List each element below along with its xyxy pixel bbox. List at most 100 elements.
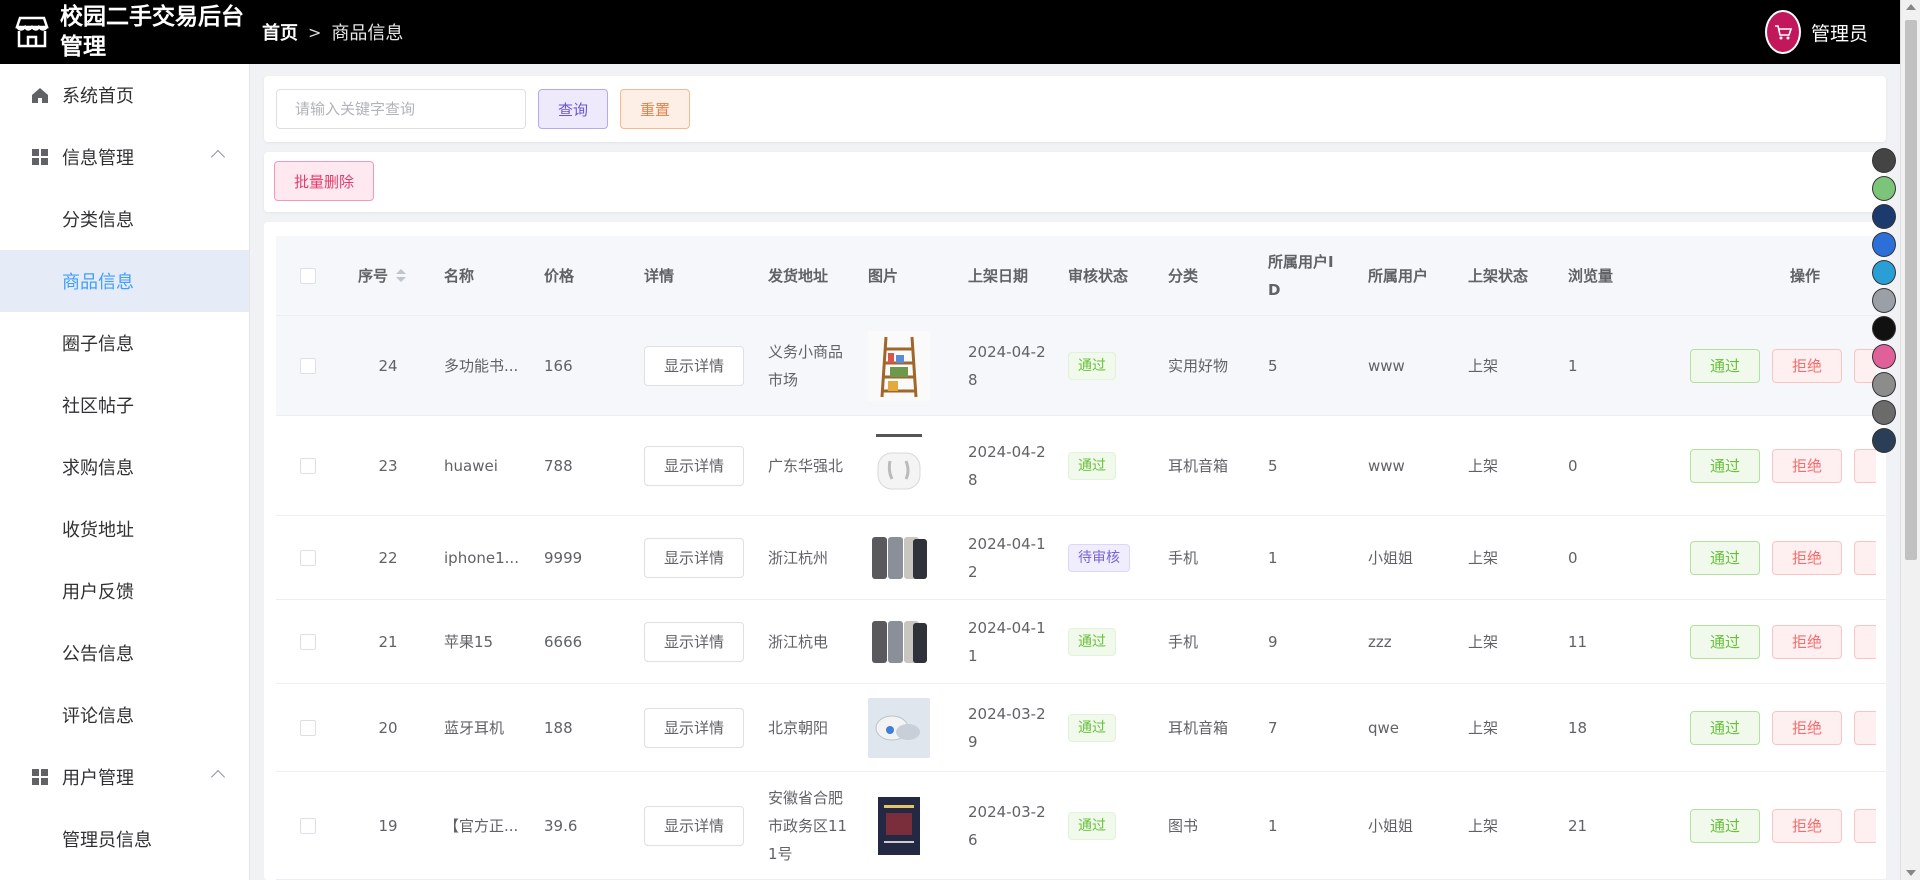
scroll-up-icon[interactable] xyxy=(1906,4,1916,10)
scrollbar-thumb[interactable] xyxy=(1905,20,1917,560)
column-header-id[interactable]: 序号 xyxy=(358,236,407,315)
approve-button[interactable]: 通过 xyxy=(1690,808,1760,843)
sidebar-item-label: 圈子信息 xyxy=(62,334,134,355)
breadcrumb-home[interactable]: 首页 xyxy=(262,19,298,45)
row-user-id: 7 xyxy=(1268,718,1278,737)
row-checkbox[interactable] xyxy=(300,633,316,650)
sidebar-item-circle[interactable]: 圈子信息 xyxy=(0,312,249,374)
sidebar-group-users[interactable]: 用户管理 xyxy=(0,746,249,808)
row-checkbox[interactable] xyxy=(300,457,316,474)
reject-button[interactable]: 拒绝 xyxy=(1772,710,1842,745)
sidebar-item-label: 求购信息 xyxy=(62,458,134,479)
show-detail-button[interactable]: 显示详情 xyxy=(644,445,744,486)
row-checkbox[interactable] xyxy=(300,357,316,374)
delete-button[interactable] xyxy=(1854,448,1876,483)
app-shortcut-icon[interactable] xyxy=(1872,316,1896,341)
sidebar-item-notice[interactable]: 公告信息 xyxy=(0,622,249,684)
row-id: 19 xyxy=(378,816,398,835)
table-row: 22 iphone1... 9999 显示详情 浙江杭州 2024-04-12 … xyxy=(276,516,1886,600)
app-shortcut-icon[interactable] xyxy=(1872,288,1896,313)
app-shortcut-icon[interactable] xyxy=(1872,344,1896,369)
sidebar-item-admin[interactable]: 管理员信息 xyxy=(0,808,249,870)
show-detail-button[interactable]: 显示详情 xyxy=(644,707,744,748)
sidebar-item-goods[interactable]: 商品信息 xyxy=(0,250,249,312)
user-menu[interactable]: 管理员 xyxy=(1764,0,1868,64)
sidebar-group-info[interactable]: 信息管理 xyxy=(0,126,249,188)
avatar[interactable] xyxy=(1764,10,1801,54)
row-date: 2024-04-12 xyxy=(968,534,1046,581)
row-address: 北京朝阳 xyxy=(768,718,829,737)
app-shortcut-icon[interactable] xyxy=(1872,148,1896,173)
floating-app-icons xyxy=(1872,148,1898,453)
sidebar-item-address[interactable]: 收货地址 xyxy=(0,498,249,560)
sidebar-item-label: 公告信息 xyxy=(62,644,134,665)
product-image-earbuds[interactable] xyxy=(868,430,930,501)
approve-button[interactable]: 通过 xyxy=(1690,348,1760,383)
product-image-earphones[interactable] xyxy=(868,697,930,758)
product-image-bookshelf[interactable] xyxy=(868,330,930,401)
reject-button[interactable]: 拒绝 xyxy=(1772,348,1842,383)
app-shortcut-icon[interactable] xyxy=(1872,372,1896,397)
windows-icon[interactable] xyxy=(1872,260,1896,285)
app-shortcut-icon[interactable] xyxy=(1872,232,1896,257)
sidebar-item-label: 社区帖子 xyxy=(62,396,134,417)
reject-button[interactable]: 拒绝 xyxy=(1772,540,1842,575)
reset-button[interactable]: 重置 xyxy=(620,89,690,129)
sort-icon[interactable] xyxy=(396,269,407,282)
status-badge: 通过 xyxy=(1068,811,1116,840)
sidebar-item-posts[interactable]: 社区帖子 xyxy=(0,374,249,436)
user-name[interactable]: 管理员 xyxy=(1811,19,1868,46)
row-name: 【官方正... xyxy=(444,816,519,835)
reject-button[interactable]: 拒绝 xyxy=(1772,448,1842,483)
select-all-checkbox[interactable] xyxy=(300,267,316,284)
query-button[interactable]: 查询 xyxy=(538,89,608,129)
delete-button[interactable] xyxy=(1854,540,1876,575)
sidebar-item-comments[interactable]: 评论信息 xyxy=(0,684,249,746)
sidebar-item-label: 用户管理 xyxy=(62,768,134,789)
batch-delete-button[interactable]: 批量删除 xyxy=(274,161,374,201)
column-header-name: 名称 xyxy=(444,266,475,285)
app-shortcut-icon[interactable] xyxy=(1872,176,1896,201)
product-image-phone[interactable] xyxy=(868,532,930,583)
app-shortcut-icon[interactable] xyxy=(1872,400,1896,425)
sidebar-item-feedback[interactable]: 用户反馈 xyxy=(0,560,249,622)
goods-table-panel: 序号 名称 价格 详情 发货地址 图片 上架日期 审核状态 分类 所属用户ID … xyxy=(264,222,1886,880)
sidebar: 系统首页 信息管理 分类信息 商品信息 圈子信息 社区帖子 求购信息 收货地址 … xyxy=(0,64,250,880)
approve-button[interactable]: 通过 xyxy=(1690,624,1760,659)
reject-button[interactable]: 拒绝 xyxy=(1772,624,1842,659)
row-address: 浙江杭州 xyxy=(768,548,829,567)
delete-button[interactable] xyxy=(1854,624,1876,659)
row-name: iphone1... xyxy=(444,548,519,567)
delete-button[interactable] xyxy=(1854,710,1876,745)
row-checkbox[interactable] xyxy=(300,719,316,736)
steam-icon[interactable] xyxy=(1872,204,1896,229)
show-detail-button[interactable]: 显示详情 xyxy=(644,345,744,386)
row-checkbox[interactable] xyxy=(300,549,316,566)
product-image-phone[interactable] xyxy=(868,616,930,667)
row-price: 166 xyxy=(544,356,573,375)
app-shortcut-icon[interactable] xyxy=(1872,428,1896,453)
approve-button[interactable]: 通过 xyxy=(1690,448,1760,483)
approve-button[interactable]: 通过 xyxy=(1690,540,1760,575)
sidebar-item-label: 用户反馈 xyxy=(62,582,134,603)
row-user: 小姐姐 xyxy=(1368,816,1414,835)
product-image-book[interactable] xyxy=(868,790,930,861)
row-id: 22 xyxy=(378,548,398,567)
row-views: 18 xyxy=(1568,718,1588,737)
show-detail-button[interactable]: 显示详情 xyxy=(644,621,744,662)
sidebar-item-label: 商品信息 xyxy=(62,272,134,293)
scroll-down-icon[interactable] xyxy=(1906,870,1916,876)
delete-button[interactable] xyxy=(1854,808,1876,843)
logo-area[interactable]: 校园二手交易后台管理 xyxy=(0,0,250,64)
show-detail-button[interactable]: 显示详情 xyxy=(644,537,744,578)
page-scrollbar[interactable] xyxy=(1900,0,1920,880)
sidebar-item-home[interactable]: 系统首页 xyxy=(0,64,249,126)
show-detail-button[interactable]: 显示详情 xyxy=(644,805,744,846)
row-checkbox[interactable] xyxy=(300,817,316,834)
reject-button[interactable]: 拒绝 xyxy=(1772,808,1842,843)
search-input[interactable] xyxy=(276,89,526,129)
sidebar-item-category[interactable]: 分类信息 xyxy=(0,188,249,250)
status-badge: 通过 xyxy=(1068,451,1116,480)
approve-button[interactable]: 通过 xyxy=(1690,710,1760,745)
sidebar-item-wanted[interactable]: 求购信息 xyxy=(0,436,249,498)
